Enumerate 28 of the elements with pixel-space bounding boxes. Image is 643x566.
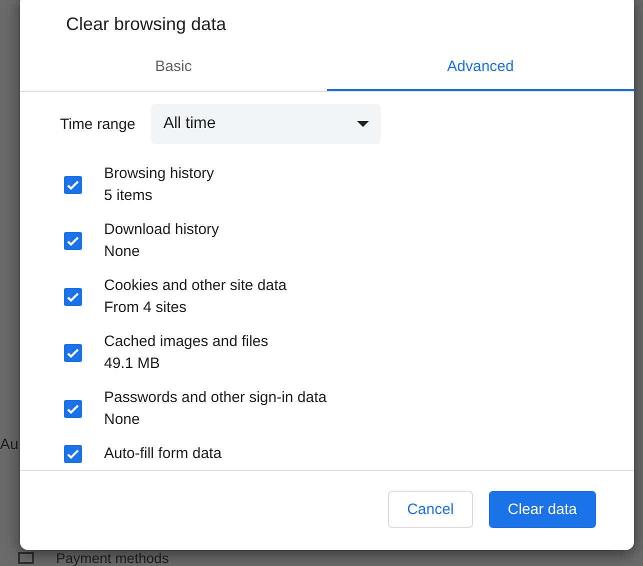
tab[interactable]: Advanced: [327, 44, 634, 91]
checkbox[interactable]: [64, 288, 82, 306]
item-title: Cached images and files: [104, 332, 268, 352]
time-range-label: Time range: [60, 116, 136, 132]
item-detail: 5 items: [104, 186, 154, 206]
item-detail: From 4 sites: [104, 298, 188, 318]
tab[interactable]: Basic: [20, 44, 327, 91]
checkbox[interactable]: [64, 344, 82, 362]
item-detail: None: [104, 410, 141, 430]
cancel-button[interactable]: Cancel: [388, 491, 473, 528]
caret-icon: [357, 121, 370, 127]
section-label: Au: [0, 436, 18, 453]
checkbox[interactable]: [64, 176, 82, 194]
item-title: Auto-fill form data: [104, 444, 222, 464]
checkbox[interactable]: [64, 232, 82, 250]
clear-data-button[interactable]: Clear data: [488, 491, 596, 528]
dialog-title: Clear browsing data: [65, 13, 228, 36]
item-detail: 49.1 MB: [104, 354, 161, 374]
card-icon: [18, 552, 34, 564]
checkbox[interactable]: [64, 445, 82, 463]
checkbox[interactable]: [64, 400, 82, 418]
item-title: Passwords and other sign-in data: [104, 388, 327, 408]
item-title: Cookies and other site data: [104, 276, 287, 296]
time-range-dropdown[interactable]: All time: [151, 104, 382, 144]
item-title: Download history: [104, 220, 220, 240]
item-detail: None: [104, 242, 141, 262]
item-title: Browsing history: [104, 164, 214, 184]
payment-methods-label[interactable]: Payment methods: [56, 550, 169, 566]
